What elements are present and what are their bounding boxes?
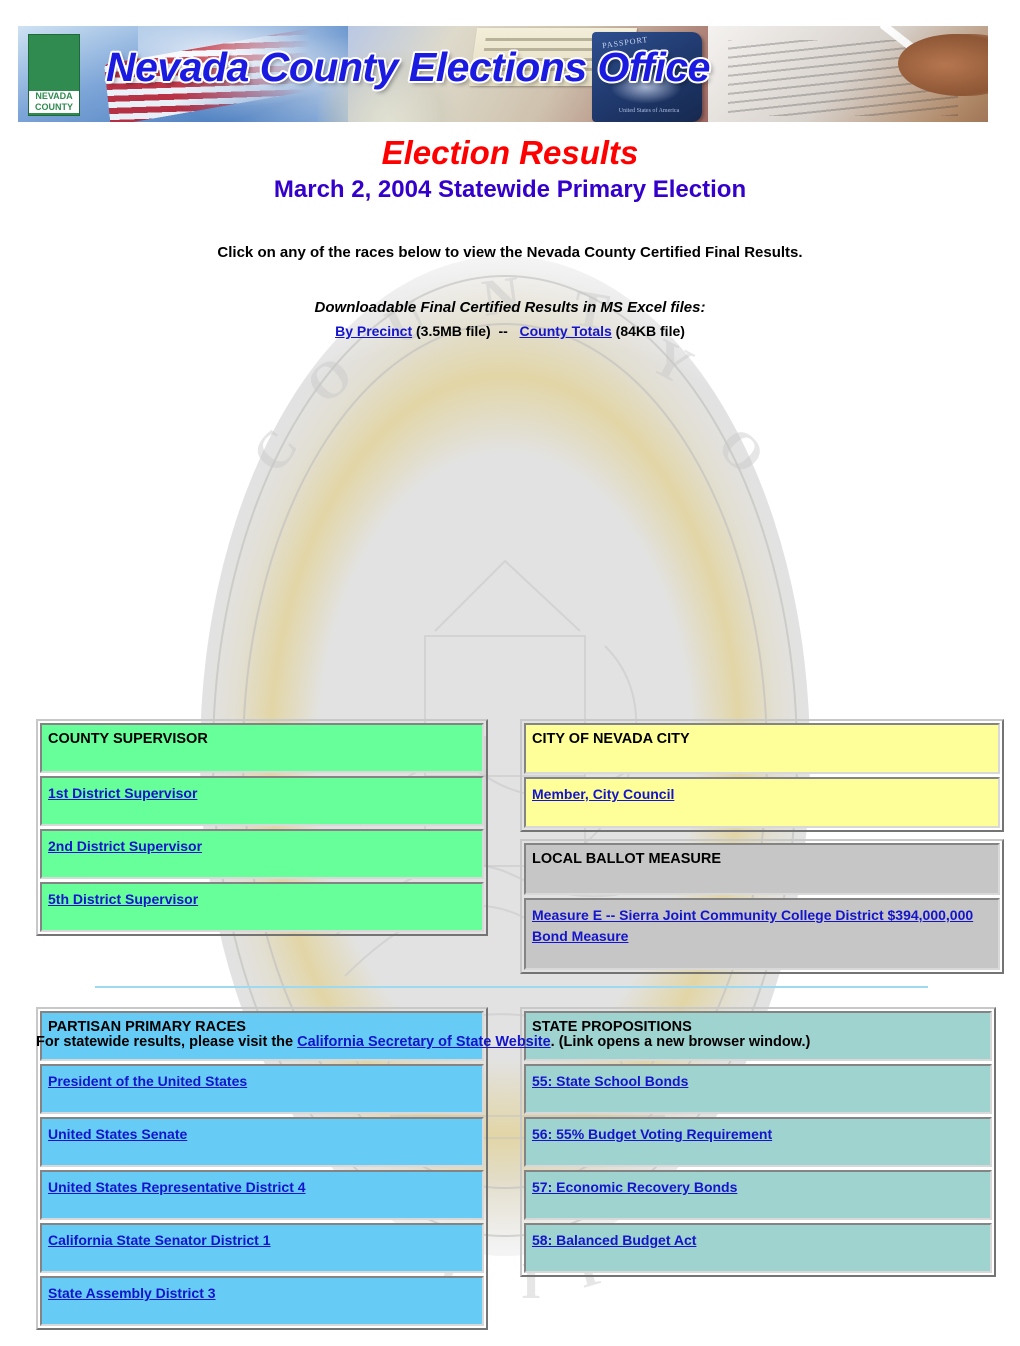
table-header-row: COUNTY SUPERVISOR [40,723,484,773]
downloads-heading: Downloadable Final Certified Results in … [314,299,706,316]
svg-text:O: O [296,346,364,416]
table-header-row: CITY OF NEVADA CITY [524,723,1000,774]
table-row[interactable]: United States Representative District 4 [40,1170,484,1220]
table-row[interactable]: State Assembly District 3 [40,1276,484,1326]
race-link-2nd-district-supervisor[interactable]: 2nd District Supervisor [48,838,202,854]
race-link-california-state-senator-district-1[interactable]: California State Senator District 1 [48,1232,271,1248]
race-link-measure-e[interactable]: Measure E -- Sierra Joint Community Coll… [532,907,973,944]
table-row[interactable]: California State Senator District 1 [40,1223,484,1273]
passport-sublabel: United States of America [618,108,680,114]
footer-note: For statewide results, please visit the … [36,1034,810,1050]
table-row[interactable]: 58: Balanced Budget Act [524,1223,992,1273]
instruction-text: Click on any of the races below to view … [217,244,803,261]
table-row[interactable]: 57: Economic Recovery Bonds [524,1170,992,1220]
sunburst-icon [29,35,79,87]
table-header-label: CITY OF NEVADA CITY [532,731,690,747]
table-row[interactable]: United States Senate [40,1117,484,1167]
race-link-prop-55[interactable]: 55: State School Bonds [532,1073,688,1089]
logo-label: NEVADA COUNTY [29,91,79,113]
race-link-president-of-the-united-states[interactable]: President of the United States [48,1073,247,1089]
table-row[interactable]: 5th District Supervisor [40,882,484,932]
table-partisan-primary-races: PARTISAN PRIMARY RACES President of the … [36,1007,488,1330]
table-header-row: LOCAL BALLOT MEASURE [524,843,1000,895]
table-city-of-nevada-city: CITY OF NEVADA CITY Member, City Council [520,719,1004,832]
svg-text:C: C [242,419,310,484]
race-link-prop-58[interactable]: 58: Balanced Budget Act [532,1232,696,1248]
nevada-county-logo: NEVADA COUNTY [28,34,80,116]
section-divider [95,986,928,988]
table-row[interactable]: Measure E -- Sierra Joint Community Coll… [524,898,1000,970]
banner-title: Nevada County Elections Office [106,44,710,90]
race-link-prop-56[interactable]: 56: 55% Budget Voting Requirement [532,1126,772,1142]
by-precinct-size: (3.5MB file) [416,323,491,339]
table-header-label: STATE PROPOSITIONS [532,1019,692,1035]
table-header-label: COUNTY SUPERVISOR [48,731,208,747]
table-row[interactable]: 55: State School Bonds [524,1064,992,1114]
site-banner: PASSPORT United States of America NEVADA… [18,26,988,122]
downloads-separator: -- [498,323,508,339]
secretary-of-state-link[interactable]: California Secretary of State Website [297,1034,551,1050]
table-row[interactable]: 1st District Supervisor [40,776,484,826]
race-link-1st-district-supervisor[interactable]: 1st District Supervisor [48,785,197,801]
race-link-us-representative-district-4[interactable]: United States Representative District 4 [48,1179,306,1195]
table-row[interactable]: 2nd District Supervisor [40,829,484,879]
race-link-prop-57[interactable]: 57: Economic Recovery Bonds [532,1179,737,1195]
race-link-state-assembly-district-3[interactable]: State Assembly District 3 [48,1285,216,1301]
table-row[interactable]: President of the United States [40,1064,484,1114]
table-local-ballot-measure: LOCAL BALLOT MEASURE Measure E -- Sierra… [520,839,1004,974]
race-link-united-states-senate[interactable]: United States Senate [48,1126,187,1142]
race-link-5th-district-supervisor[interactable]: 5th District Supervisor [48,891,198,907]
table-county-supervisor: COUNTY SUPERVISOR 1st District Superviso… [36,719,488,936]
page-subtitle: March 2, 2004 Statewide Primary Election [273,176,747,203]
footer-prefix: For statewide results, please visit the [36,1034,298,1050]
downloads-links: By Precinct (3.5MB file) -- County Total… [0,323,1020,339]
county-totals-link[interactable]: County Totals [519,323,611,339]
svg-text:O: O [706,417,775,486]
table-header-label: PARTISAN PRIMARY RACES [48,1019,246,1035]
by-precinct-link[interactable]: By Precinct [335,323,412,339]
logo-label-line1: NEVADA [35,91,73,101]
table-row[interactable]: Member, City Council [524,777,1000,828]
logo-label-line2: COUNTY [35,102,73,112]
page-title: Election Results [381,134,639,171]
table-header-label: LOCAL BALLOT MEASURE [532,851,722,867]
table-row[interactable]: 56: 55% Budget Voting Requirement [524,1117,992,1167]
footer-suffix: . (Link opens a new browser window.) [550,1034,811,1050]
county-totals-size: (84KB file) [615,323,685,339]
race-link-member-city-council[interactable]: Member, City Council [532,786,674,802]
